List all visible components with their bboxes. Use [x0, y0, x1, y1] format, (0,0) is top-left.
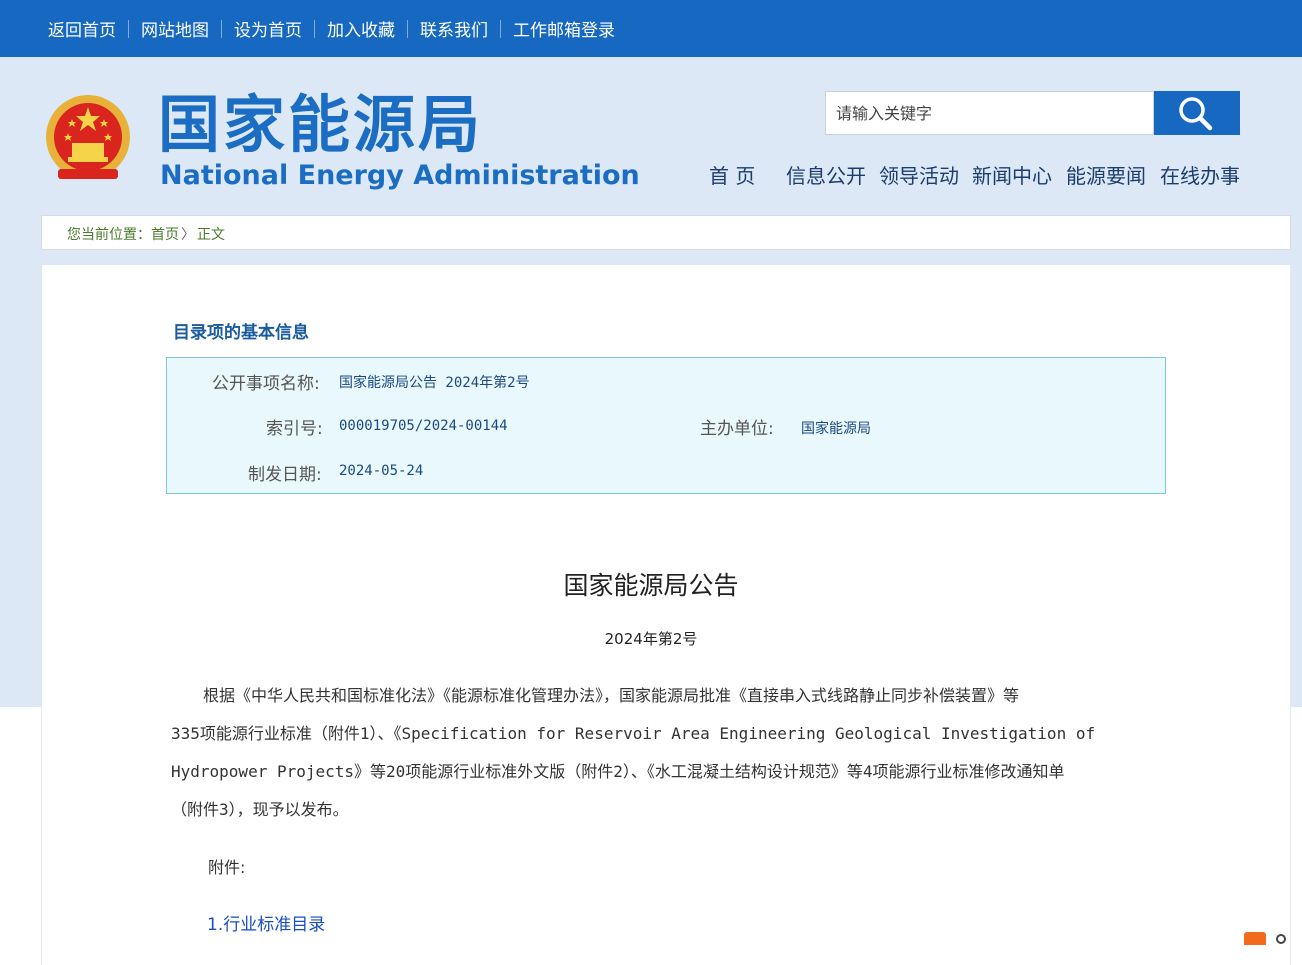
search-button[interactable] — [1154, 91, 1240, 135]
name-value: 国家能源局公告 2024年第2号 — [339, 375, 530, 391]
settings-icon[interactable] — [1276, 934, 1286, 944]
site-title-cn[interactable]: 国家能源局 — [158, 88, 483, 162]
breadcrumb-home[interactable]: 首页 — [151, 224, 179, 244]
link-contact[interactable]: 联系我们 — [408, 16, 500, 41]
section-title: 目录项的基本信息 — [173, 323, 309, 343]
feedback-icon[interactable] — [1244, 932, 1266, 945]
breadcrumb-current: 正文 — [197, 226, 225, 243]
link-sitemap[interactable]: 网站地图 — [129, 16, 221, 41]
breadcrumb-separator: 〉 — [181, 226, 195, 243]
attachment-link-1[interactable]: 1.行业标准目录 — [207, 910, 325, 935]
nav-online-services[interactable]: 在线办事 — [1160, 160, 1240, 189]
search-input[interactable] — [826, 92, 1153, 134]
nav-energy-news[interactable]: 能源要闻 — [1066, 160, 1146, 189]
top-bar: 返回首页 网站地图 设为首页 加入收藏 联系我们 工作邮箱登录 — [0, 0, 1302, 57]
date-label: 制发日期: — [248, 465, 322, 485]
search-field[interactable] — [825, 91, 1154, 135]
link-home[interactable]: 返回首页 — [36, 16, 128, 41]
breadcrumb-prefix: 您当前位置： — [67, 226, 151, 243]
nav-news[interactable]: 新闻中心 — [972, 160, 1052, 189]
date-value: 2024-05-24 — [339, 463, 424, 479]
national-emblem-icon — [46, 95, 130, 179]
org-label: 主办单位: — [700, 419, 774, 439]
site-title-en: National Energy Administration — [160, 160, 640, 191]
nav-info-disclosure[interactable]: 信息公开 — [786, 160, 866, 189]
body-line: （附件3），现予以发布。 — [171, 800, 349, 819]
document-title: 国家能源局公告 — [563, 571, 739, 600]
attachments-label: 附件: — [208, 858, 246, 877]
link-add-favorite[interactable]: 加入收藏 — [315, 16, 407, 41]
top-links: 返回首页 网站地图 设为首页 加入收藏 联系我们 工作邮箱登录 — [36, 0, 627, 57]
index-label: 索引号: — [266, 419, 323, 439]
body-line: 335项能源行业标准（附件1）、《Specification for Reser… — [171, 724, 1096, 743]
breadcrumb: 您当前位置： 首页 〉 正文 — [41, 215, 1291, 250]
document-body: 根据《中华人民共和国标准化法》《能源标准化管理办法》，国家能源局批准《直接串入式… — [171, 677, 1161, 829]
body-line: 根据《中华人民共和国标准化法》《能源标准化管理办法》，国家能源局批准《直接串入式… — [171, 686, 1020, 705]
name-label: 公开事项名称: — [212, 374, 320, 394]
link-work-email[interactable]: 工作邮箱登录 — [501, 16, 627, 41]
search-icon — [1179, 97, 1213, 131]
body-line: Hydropower Projects》等20项能源行业标准外文版（附件2）、《… — [171, 762, 1065, 781]
document-number: 2024年第2号 — [604, 630, 698, 648]
nav-leadership[interactable]: 领导活动 — [879, 160, 959, 189]
index-value: 000019705/2024-00144 — [339, 418, 508, 434]
link-set-homepage[interactable]: 设为首页 — [222, 16, 314, 41]
nav-home[interactable]: 首 页 — [709, 160, 755, 189]
org-value: 国家能源局 — [801, 421, 871, 437]
